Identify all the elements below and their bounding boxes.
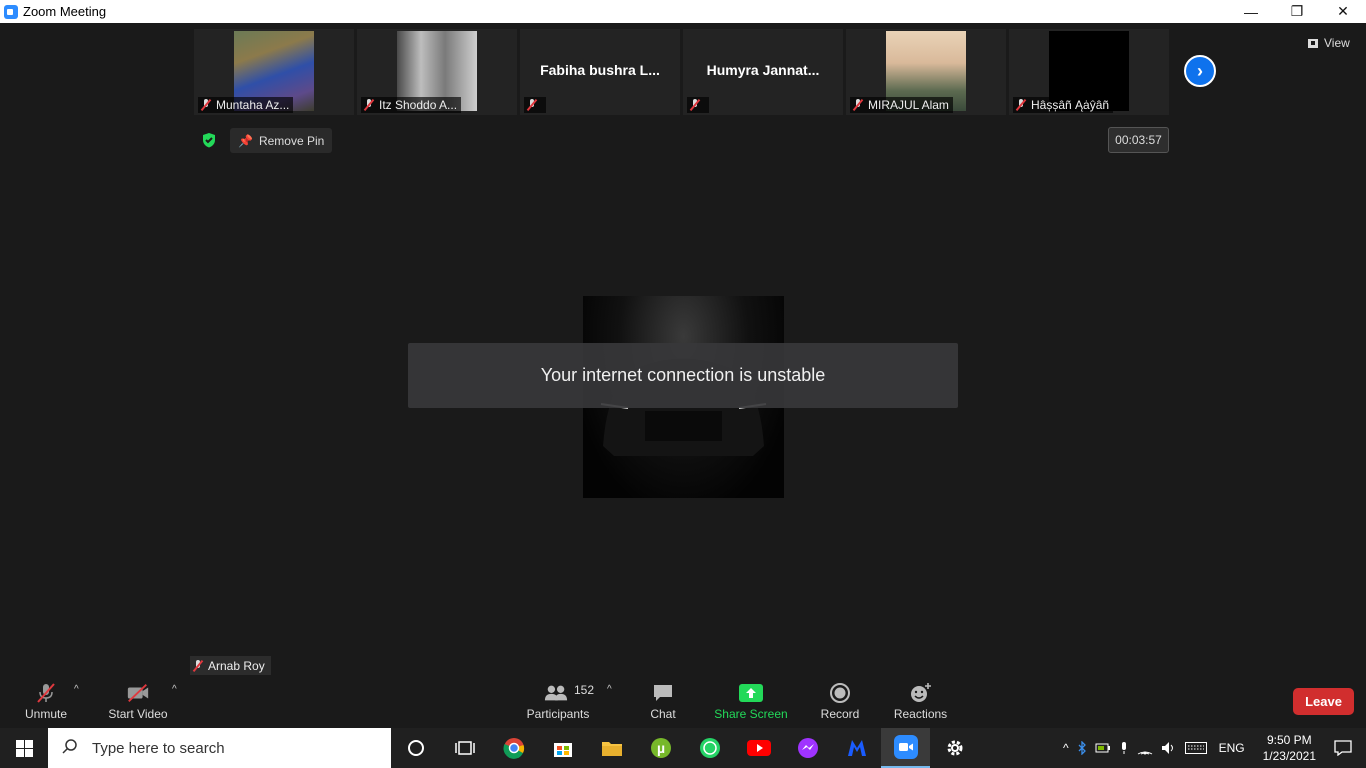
self-name: Arnab Roy <box>208 658 265 673</box>
mic-off-icon <box>526 99 538 111</box>
start-video-label: Start Video <box>108 707 168 721</box>
participants-count: 152 <box>574 683 595 697</box>
task-view-icon[interactable] <box>440 728 489 768</box>
record-label: Record <box>820 707 860 721</box>
video-options-caret[interactable]: ^ <box>172 684 177 695</box>
participant-tile[interactable]: Muntaha Az... <box>194 29 354 115</box>
next-page-button[interactable]: › <box>1184 55 1216 87</box>
remove-pin-button[interactable]: 📌 Remove Pin <box>230 128 333 153</box>
chat-label: Chat <box>650 707 676 721</box>
window-controls: — ❐ ✕ <box>1228 0 1366 23</box>
pin-icon: 📌 <box>238 133 253 148</box>
notification-icon[interactable] <box>1326 740 1366 756</box>
participants-options-caret[interactable]: ^ <box>607 684 612 695</box>
reactions-label: Reactions <box>893 707 948 721</box>
mic-off-icon <box>363 99 375 111</box>
participant-name: MIRAJUL Alam <box>868 98 949 112</box>
mic-off-icon <box>689 99 701 111</box>
windows-taskbar: Type here to search µ ^ ENG 9:50 PM 1/23… <box>0 728 1366 768</box>
battery-icon[interactable] <box>1091 742 1115 754</box>
bluetooth-icon[interactable] <box>1073 741 1091 755</box>
volume-icon[interactable] <box>1157 741 1181 755</box>
self-name-label: Arnab Roy <box>190 656 271 675</box>
keyboard-icon[interactable] <box>1181 742 1211 754</box>
record-button[interactable]: Record <box>818 676 862 728</box>
wifi-icon[interactable] <box>1133 741 1157 755</box>
participant-name: Hâșșâñ Ąȧŷâñ <box>1031 98 1110 112</box>
participant-tile[interactable]: Hâșșâñ Ąȧŷâñ <box>1009 29 1169 115</box>
taskbar-search-box[interactable]: Type here to search <box>48 728 391 768</box>
mic-off-icon <box>192 659 204 672</box>
title-bar: Zoom Meeting — ❐ ✕ <box>0 0 1366 23</box>
mic-off-icon <box>200 99 212 111</box>
share-screen-button[interactable]: Share Screen <box>713 676 789 728</box>
participants-button[interactable]: 152 Participants <box>524 676 595 728</box>
window-title: Zoom Meeting <box>23 4 107 19</box>
svg-text:µ: µ <box>656 740 664 756</box>
unmute-button[interactable]: Unmute <box>20 676 72 728</box>
chevron-right-icon: › <box>1197 60 1203 81</box>
chat-icon <box>651 682 675 704</box>
share-screen-label: Share Screen <box>714 707 788 721</box>
participant-name: Humyra Jannat... <box>706 62 820 78</box>
store-icon[interactable] <box>538 728 587 768</box>
youtube-icon[interactable] <box>734 728 783 768</box>
reactions-button[interactable]: Reactions <box>892 676 949 728</box>
mic-off-icon <box>852 99 864 111</box>
search-placeholder: Type here to search <box>92 739 225 757</box>
windows-start-icon[interactable] <box>0 728 48 768</box>
mic-off-icon <box>1015 99 1027 111</box>
connection-warning-toast: Your internet connection is unstable <box>408 343 958 408</box>
close-button[interactable]: ✕ <box>1320 0 1366 23</box>
clock-date: 1/23/2021 <box>1262 749 1316 763</box>
remove-pin-label: Remove Pin <box>258 133 325 148</box>
record-icon <box>828 682 852 704</box>
participant-tile[interactable]: Humyra Jannat... <box>683 29 843 115</box>
whatsapp-icon[interactable] <box>685 728 734 768</box>
folder-icon[interactable] <box>587 728 636 768</box>
clock[interactable]: 9:50 PM 1/23/2021 <box>1253 732 1326 764</box>
settings-icon[interactable] <box>930 728 979 768</box>
participant-name: Itz Shoddo A... <box>379 98 458 112</box>
share-screen-icon <box>739 682 763 704</box>
participants-label: Participants <box>526 707 590 721</box>
participant-tile[interactable]: MIRAJUL Alam <box>846 29 1006 115</box>
unmute-label: Unmute <box>24 707 68 721</box>
search-icon <box>62 738 78 758</box>
leave-button[interactable]: Leave <box>1293 688 1354 715</box>
restore-button[interactable]: ❐ <box>1274 0 1320 23</box>
chrome-icon[interactable] <box>489 728 538 768</box>
zoom-icon <box>4 4 18 19</box>
video-off-icon <box>126 682 150 704</box>
audio-options-caret[interactable]: ^ <box>74 684 79 695</box>
view-grid-icon <box>1308 38 1318 48</box>
cortana-icon[interactable] <box>391 728 440 768</box>
zoom-taskbar-icon[interactable] <box>881 728 930 768</box>
meeting-toolbar: Unmute ^ Start Video ^ 152 Participants … <box>0 676 1366 728</box>
security-shield-icon[interactable] <box>199 130 219 150</box>
clock-time: 9:50 PM <box>1266 733 1312 747</box>
participant-name: Muntaha Az... <box>216 98 290 112</box>
participant-tile[interactable]: Itz Shoddo A... <box>357 29 517 115</box>
view-label: View <box>1324 36 1350 50</box>
start-video-button[interactable]: Start Video <box>105 676 171 728</box>
messenger-icon[interactable] <box>783 728 832 768</box>
view-button[interactable]: View <box>1302 32 1356 54</box>
minimize-button[interactable]: — <box>1228 0 1274 23</box>
microphone-icon[interactable] <box>1115 741 1133 755</box>
malwarebytes-icon[interactable] <box>832 728 881 768</box>
participants-icon <box>544 682 568 704</box>
participant-strip: Muntaha Az... Itz Shoddo A... Fabiha bus… <box>194 29 1170 115</box>
participant-name: Fabiha bushra L... <box>540 62 660 78</box>
participant-tile[interactable]: Fabiha bushra L... <box>520 29 680 115</box>
mic-off-icon <box>34 682 58 704</box>
language-indicator[interactable]: ENG <box>1211 741 1253 755</box>
chat-button[interactable]: Chat <box>645 676 681 728</box>
system-tray: ^ ENG 9:50 PM 1/23/2021 <box>1059 728 1366 768</box>
chevron-up-icon[interactable]: ^ <box>1059 741 1073 755</box>
utorrent-icon[interactable]: µ <box>636 728 685 768</box>
reactions-icon <box>909 682 933 704</box>
meeting-timer: 00:03:57 <box>1108 127 1169 153</box>
